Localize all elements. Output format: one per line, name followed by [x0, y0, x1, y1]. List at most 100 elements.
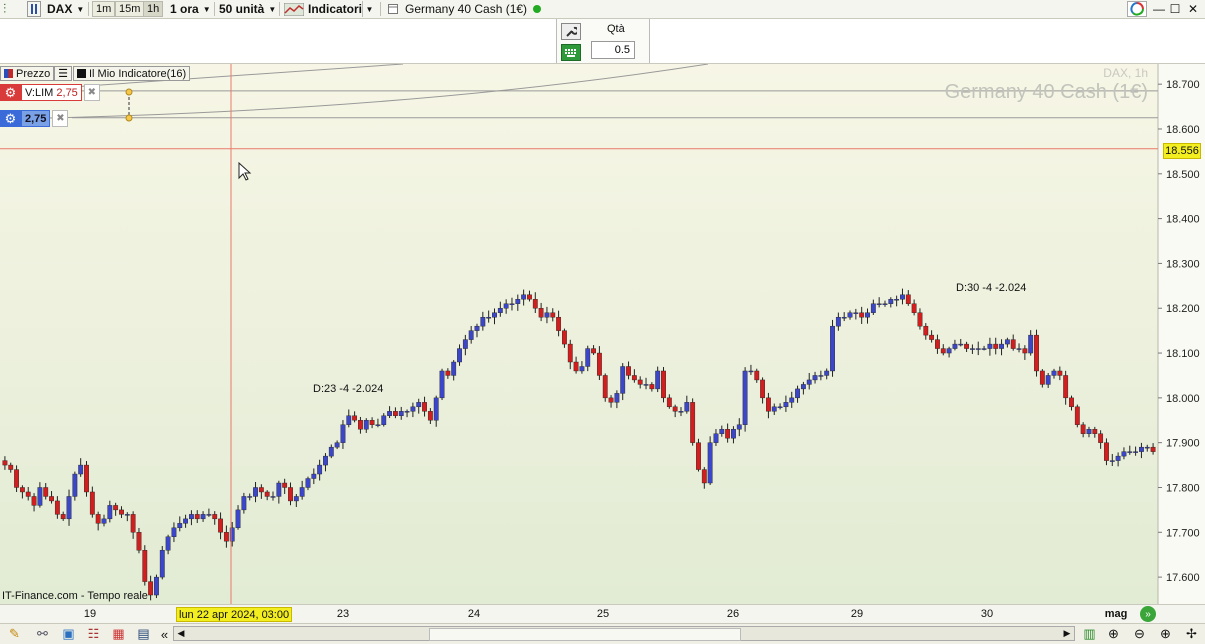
candle: [305, 478, 311, 488]
recycle-icon[interactable]: [1127, 1, 1147, 17]
candle: [299, 487, 305, 497]
candle: [637, 379, 643, 385]
candle: [777, 406, 783, 409]
wrench-icon[interactable]: [561, 23, 581, 40]
time-axis[interactable]: 19 lun 22 apr 2024, 03:00 23 24 25 26 29…: [0, 604, 1205, 623]
candle: [608, 397, 614, 403]
scroll-right-icon[interactable]: ▶: [1060, 627, 1074, 640]
zoom-in-icon[interactable]: ⊕: [1157, 626, 1174, 642]
scroll-left-icon[interactable]: ◀: [174, 627, 188, 640]
close-icon[interactable]: ✕: [1187, 1, 1199, 17]
candle: [532, 299, 538, 309]
candle: [859, 312, 865, 318]
table-icon[interactable]: ▦: [110, 626, 127, 642]
timeframe-15m-button[interactable]: 15m: [115, 1, 145, 17]
share-icon[interactable]: ⚯: [34, 626, 51, 642]
candle: [975, 348, 981, 350]
candle: [311, 473, 317, 479]
alert-vlim[interactable]: ⚙ V:LIM 2,75 ✖: [0, 84, 100, 101]
indicators-button[interactable]: Indicatori: [308, 1, 362, 17]
maximize-icon[interactable]: ☐: [1169, 1, 1181, 17]
scroll-thumb[interactable]: [429, 628, 741, 641]
list-icon[interactable]: ☰: [54, 66, 72, 81]
remove-icon[interactable]: ✖: [83, 84, 100, 101]
candle: [876, 303, 882, 305]
candle: [124, 514, 130, 516]
chat-icon[interactable]: ▣: [60, 626, 77, 642]
candle: [754, 370, 760, 381]
time-scrollbar[interactable]: ◀ ▶: [173, 626, 1075, 641]
candle: [358, 420, 363, 430]
candle: [661, 370, 666, 399]
zoom-out-icon[interactable]: ⊖: [1131, 626, 1148, 642]
interval-select[interactable]: 1 ora ▼: [170, 1, 211, 17]
qty-input[interactable]: [591, 41, 635, 59]
legend-price[interactable]: Prezzo: [0, 66, 55, 81]
gear-icon[interactable]: ⚙: [0, 84, 21, 101]
legend-indicator[interactable]: Il Mio Indicatore(16): [73, 66, 191, 81]
units-select[interactable]: 50 unità ▼: [219, 1, 276, 17]
candle: [200, 514, 206, 520]
candle: [812, 375, 818, 381]
draw-tool-icon[interactable]: ✎: [6, 626, 23, 642]
minimize-icon[interactable]: —: [1153, 1, 1165, 17]
candle: [993, 343, 999, 349]
go-to-end-icon[interactable]: »: [1140, 606, 1156, 622]
candle: [865, 312, 870, 318]
candle: [800, 384, 806, 390]
candle: [818, 375, 824, 377]
candle: [427, 411, 433, 421]
zoom-fit-icon[interactable]: ⊕: [1105, 626, 1122, 642]
candle: [37, 487, 43, 506]
candle: [159, 550, 165, 578]
chart-annotation: D:23 -4 -2.024: [313, 383, 384, 395]
candle: [392, 411, 398, 416]
candle: [684, 402, 690, 412]
alert-vlim-label: V:LIM: [25, 86, 54, 99]
indicators-icon[interactable]: [284, 1, 304, 17]
candle: [165, 536, 171, 551]
candle: [1104, 442, 1109, 461]
candle: [748, 370, 754, 373]
candle: [1063, 375, 1069, 399]
candle: [591, 348, 596, 354]
candle: [253, 487, 258, 497]
candle: [888, 299, 894, 304]
alert-handle[interactable]: [125, 88, 133, 96]
candle: [49, 496, 54, 502]
timeframe-1h-button[interactable]: 1h: [143, 1, 164, 17]
candle: [194, 514, 200, 520]
price-chart[interactable]: 18.700 18.600 18.500 18.400 18.300 18.200 18.1…: [0, 64, 1205, 604]
chart-window-icon[interactable]: ▤: [135, 626, 152, 642]
candle: [935, 339, 940, 349]
double-chevron-left-icon[interactable]: «: [156, 626, 173, 642]
candle: [288, 487, 293, 502]
chart-annotation: D:30 -4 -2.024: [956, 282, 1027, 294]
gear-icon[interactable]: ⚙: [0, 110, 21, 127]
candle: [346, 415, 352, 425]
chart-style-icon[interactable]: ⫶: [3, 1, 6, 17]
indicators-dropdown[interactable]: ▼: [362, 1, 376, 17]
candle: [573, 361, 579, 372]
candle: [509, 303, 515, 305]
candle: [1028, 334, 1034, 354]
candle: [1034, 334, 1039, 372]
remove-icon[interactable]: ✖: [52, 110, 69, 127]
candle: [19, 487, 25, 493]
list-icon[interactable]: ☷: [85, 626, 102, 642]
alert-level-value: 2,75: [21, 110, 51, 127]
alert-level[interactable]: ⚙ 2,75 ✖: [0, 110, 69, 127]
candle: [381, 415, 387, 425]
alert-vlim-value: 2,75: [56, 86, 78, 99]
timeframe-1m-button[interactable]: 1m: [92, 1, 116, 17]
keyboard-icon[interactable]: [561, 44, 581, 61]
alert-handle[interactable]: [125, 114, 133, 122]
candle: [1150, 446, 1156, 452]
chart-settings-icon[interactable]: ▥: [1081, 626, 1098, 642]
link-icon[interactable]: [27, 1, 41, 17]
candle: [760, 379, 766, 399]
crosshair-icon[interactable]: ✢: [1183, 626, 1200, 642]
candle: [1127, 451, 1133, 453]
symbol-select[interactable]: DAX ▼: [47, 1, 84, 17]
candle: [142, 550, 148, 582]
